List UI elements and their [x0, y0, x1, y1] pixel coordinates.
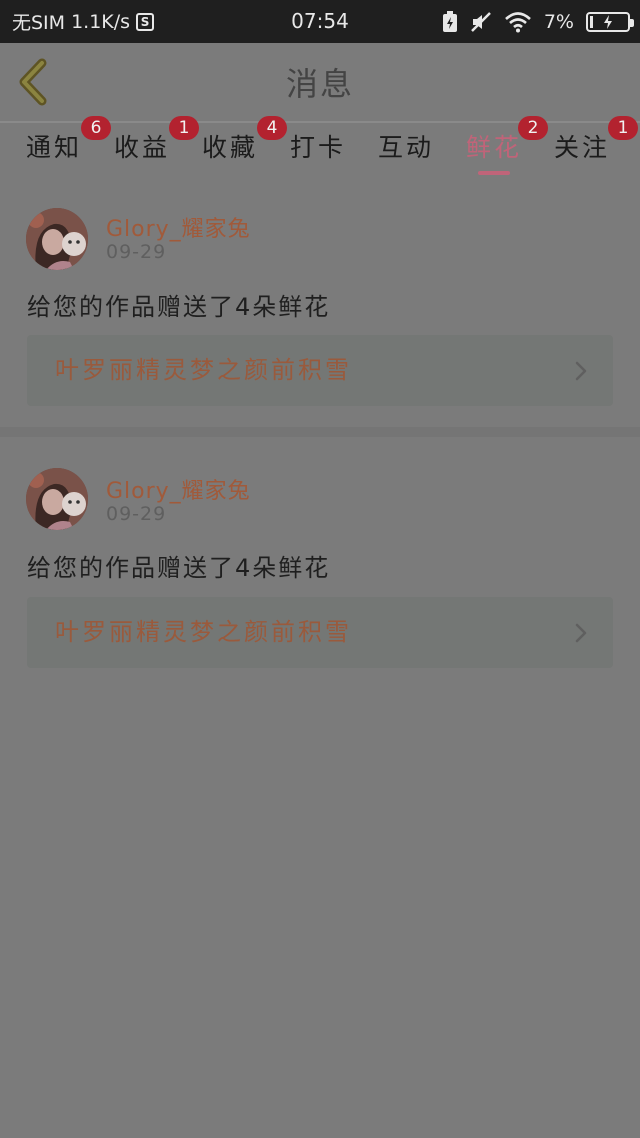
tab-checkin[interactable]: 打卡 [290, 123, 346, 179]
message-date: 09-29 [106, 503, 167, 525]
message-text: 给您的作品赠送了4朵鲜花 [27, 554, 331, 582]
status-left: 无SIM 1.1K/s S [12, 0, 155, 43]
work-title: 叶罗丽精灵梦之颜前积雪 [55, 618, 352, 646]
message-text: 给您的作品赠送了4朵鲜花 [27, 293, 331, 321]
tab-favorites[interactable]: 收藏 4 [202, 116, 287, 179]
tab-interaction[interactable]: 互动 [378, 123, 434, 179]
chevron-left-icon[interactable] [16, 57, 50, 107]
sender-username[interactable]: Glory_耀家兔 [106, 473, 251, 505]
wifi-icon [504, 11, 531, 32]
card-divider [0, 427, 640, 437]
work-link[interactable]: 叶罗丽精灵梦之颜前积雪 [27, 597, 613, 668]
tab-label: 收益 [114, 133, 171, 162]
battery-saver-icon [442, 10, 457, 32]
message-card: Glory_耀家兔 09-29 给您的作品赠送了4朵鲜花 叶罗丽精灵梦之颜前积雪 [0, 179, 640, 427]
tab-bar: 通知 6 收益 1 收藏 4 打卡 互动 鲜花 2 关注 1 [0, 116, 640, 179]
sender-username[interactable]: Glory_耀家兔 [106, 211, 251, 243]
tab-earnings[interactable]: 收益 1 [114, 116, 199, 179]
tab-label: 打卡 [290, 133, 347, 162]
tab-badge: 1 [169, 116, 199, 140]
tab-label: 鲜花 [466, 133, 523, 162]
message-date: 09-29 [106, 241, 167, 263]
tab-notifications[interactable]: 通知 6 [26, 116, 111, 179]
header-bar: 消息 [0, 43, 640, 121]
tab-flowers[interactable]: 鲜花 2 [466, 116, 548, 179]
carrier-label: 无SIM [12, 12, 66, 34]
tab-badge: 4 [257, 116, 287, 140]
battery-percent: 7% [543, 10, 574, 33]
network-speed: 1.1K/s [71, 10, 131, 33]
status-right: 7% [442, 0, 634, 43]
message-card: Glory_耀家兔 09-29 给您的作品赠送了4朵鲜花 叶罗丽精灵梦之颜前积雪 [0, 437, 640, 687]
work-link[interactable]: 叶罗丽精灵梦之颜前积雪 [27, 335, 613, 406]
status-bar: 无SIM 1.1K/s S 07:54 7% [0, 0, 640, 43]
s-app-icon: S [136, 12, 155, 31]
tab-label: 收藏 [202, 133, 259, 162]
battery-charging-icon [586, 11, 634, 32]
tab-badge: 1 [608, 116, 638, 140]
mute-icon [470, 11, 491, 32]
tab-label: 互动 [378, 133, 435, 162]
work-title: 叶罗丽精灵梦之颜前积雪 [55, 356, 352, 384]
tab-following[interactable]: 关注 1 [554, 116, 638, 179]
tab-label: 关注 [554, 133, 611, 162]
active-tab-indicator [478, 171, 511, 175]
chevron-right-icon [575, 623, 587, 643]
tab-badge: 6 [81, 116, 111, 140]
tab-badge: 2 [518, 116, 548, 140]
avatar-image [26, 468, 88, 530]
avatar-image [26, 208, 88, 270]
page-title: 消息 [285, 65, 354, 103]
chevron-right-icon [575, 361, 587, 381]
avatar[interactable] [26, 208, 88, 270]
avatar[interactable] [26, 468, 88, 530]
tab-label: 通知 [26, 133, 83, 162]
